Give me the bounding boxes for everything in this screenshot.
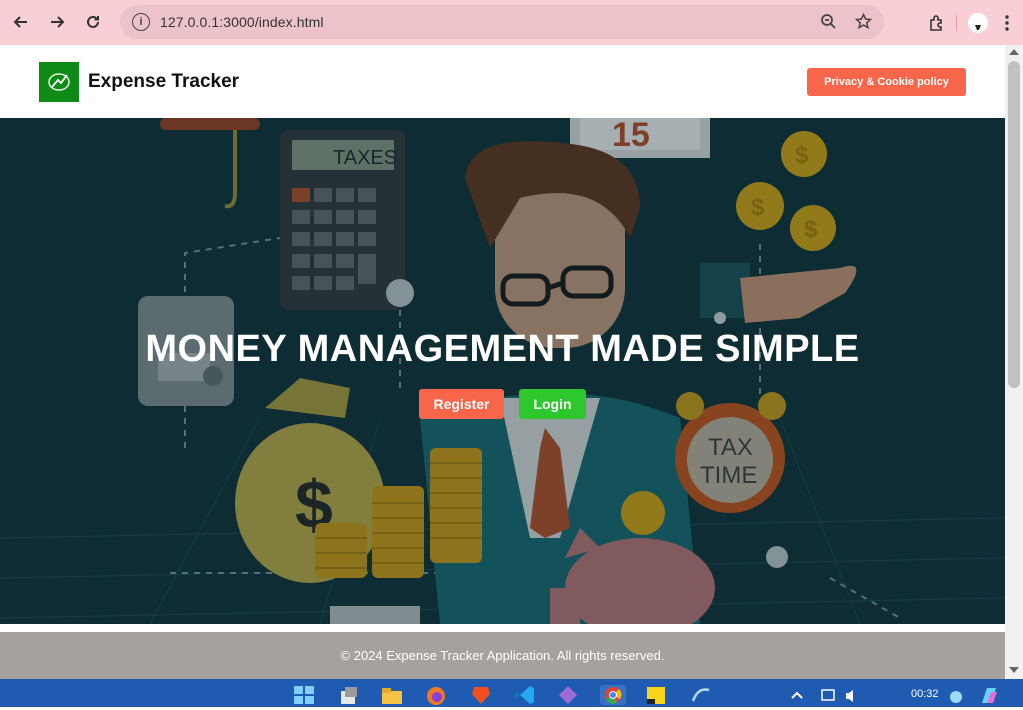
scroll-down-arrow-icon[interactable] (1009, 667, 1019, 673)
privacy-cookie-policy-button[interactable]: Privacy & Cookie policy (807, 68, 966, 96)
register-button[interactable]: Register (419, 389, 504, 419)
forward-icon[interactable] (39, 4, 75, 40)
zoom-icon[interactable] (820, 13, 837, 30)
brand-name: Expense Tracker (88, 71, 240, 92)
user-tray-icon[interactable] (947, 685, 969, 705)
task-view-icon[interactable] (338, 685, 360, 705)
scroll-thumb[interactable] (1008, 61, 1020, 388)
footer-copyright: © 2024 Expense Tracker Application. All … (340, 648, 665, 663)
logo-leaf-icon (48, 72, 70, 91)
page-scrollbar[interactable] (1005, 45, 1023, 679)
mysql-icon[interactable] (690, 685, 712, 705)
hero-overlay (0, 118, 1005, 624)
brave-icon[interactable] (470, 685, 492, 705)
profile-avatar-icon[interactable] (967, 12, 989, 34)
file-explorer-icon[interactable] (381, 685, 403, 705)
address-bar[interactable]: i 127.0.0.1:3000/index.html (120, 5, 884, 39)
volume-icon[interactable] (843, 685, 865, 705)
vscode-icon[interactable] (514, 685, 536, 705)
hero-title: MONEY MANAGEMENT MADE SIMPLE (145, 328, 860, 370)
site-footer: © 2024 Expense Tracker Application. All … (0, 632, 1005, 679)
back-icon[interactable] (3, 4, 39, 40)
windows-taskbar: 00:32 (0, 679, 1023, 707)
url-text: 127.0.0.1:3000/index.html (160, 14, 324, 30)
login-button[interactable]: Login (519, 389, 586, 419)
taskbar-clock[interactable]: 00:32 (911, 688, 939, 700)
git-tool-icon[interactable] (557, 685, 579, 705)
menu-kebab-icon[interactable] (999, 14, 1015, 32)
extensions-icon[interactable] (928, 14, 946, 32)
hero-banner: TAXES 15 $ $ $ $ TAX TIME MONEY MANAGEME… (0, 118, 1005, 624)
sticky-notes-icon[interactable] (645, 685, 667, 705)
site-header: Expense Tracker Privacy & Cookie policy (0, 45, 1005, 118)
site-info-icon[interactable]: i (132, 13, 150, 31)
tray-chevron-icon[interactable] (788, 685, 810, 705)
start-icon[interactable] (293, 685, 315, 705)
logo[interactable] (39, 62, 79, 102)
bookmark-star-icon[interactable] (855, 13, 872, 30)
chrome-icon[interactable] (600, 685, 626, 705)
browser-toolbar: i 127.0.0.1:3000/index.html (0, 0, 1023, 45)
network-icon[interactable] (820, 685, 842, 705)
firefox-icon[interactable] (425, 685, 447, 705)
page-viewport: Expense Tracker Privacy & Cookie policy (0, 45, 1005, 679)
scroll-up-arrow-icon[interactable] (1009, 49, 1019, 55)
copilot-icon[interactable] (978, 685, 1000, 705)
reload-icon[interactable] (75, 4, 111, 40)
toolbar-separator (956, 14, 957, 31)
